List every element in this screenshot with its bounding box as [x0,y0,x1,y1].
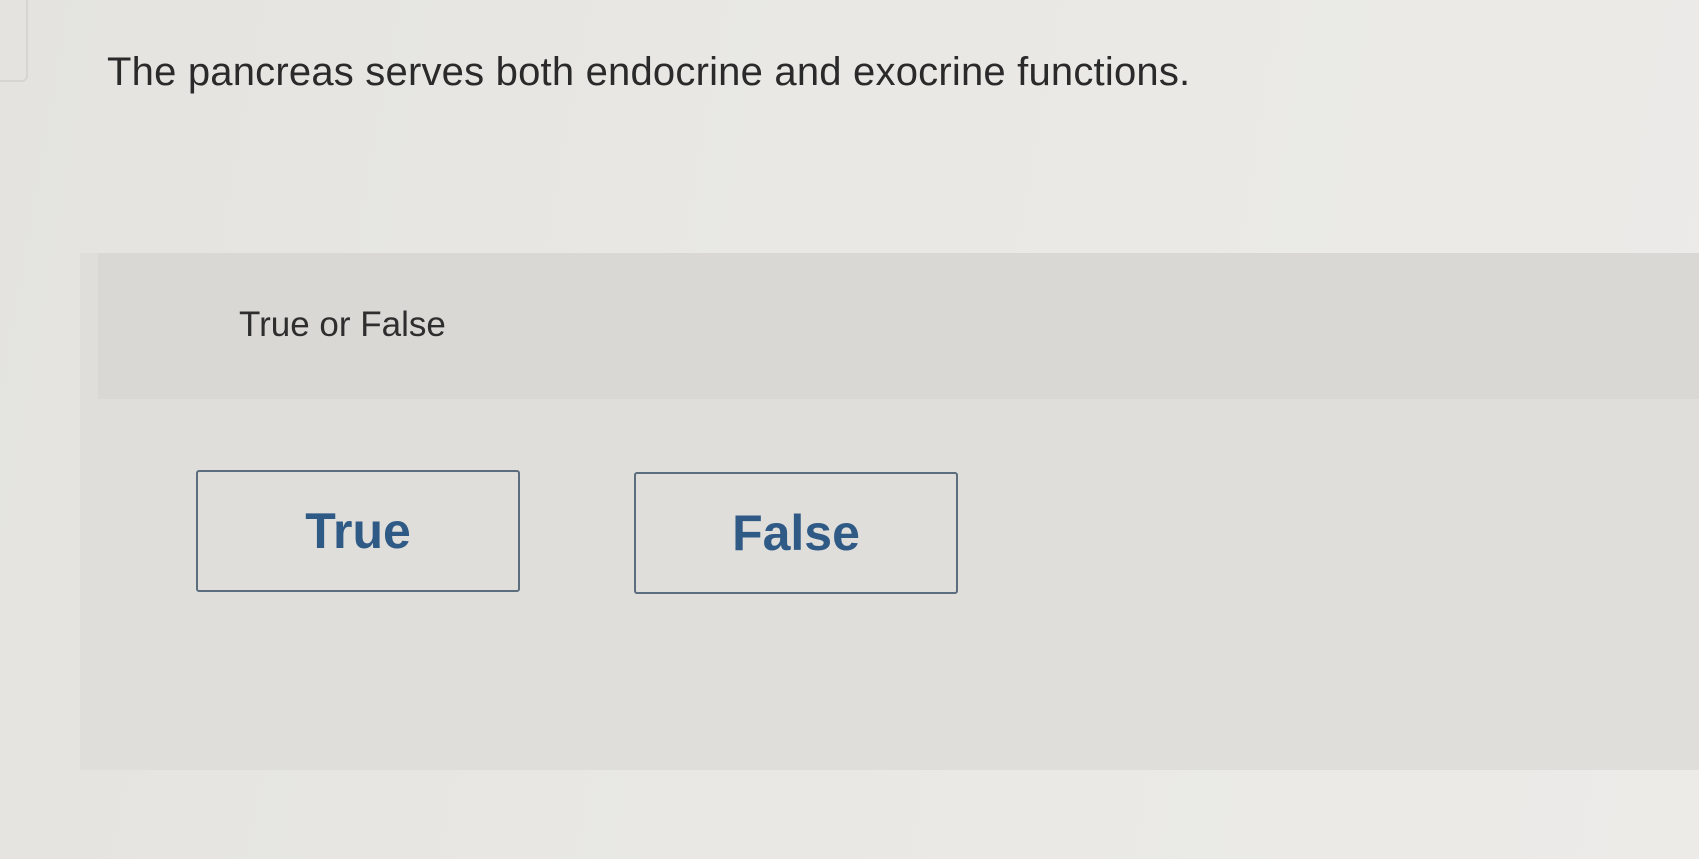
true-option-button[interactable]: True [196,470,520,592]
answer-options: True False [80,253,1699,770]
answer-panel: True or False True False [80,253,1699,770]
window-edge [0,0,28,82]
question-text: The pancreas serves both endocrine and e… [107,50,1191,94]
false-option-button[interactable]: False [634,472,958,594]
